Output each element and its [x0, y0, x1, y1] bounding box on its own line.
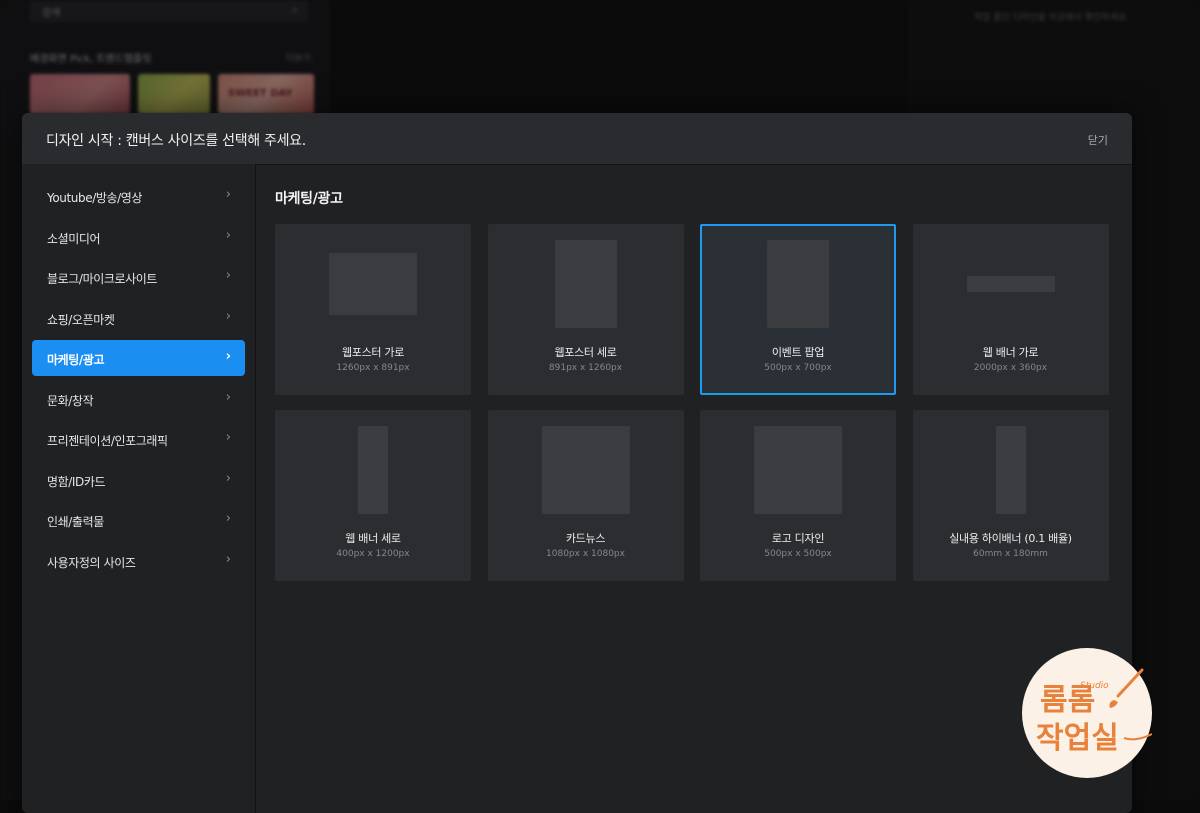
background-template-thumb	[30, 74, 130, 114]
canvas-preview-shape	[358, 426, 388, 514]
canvas-preview-shape	[329, 253, 417, 315]
close-button[interactable]: 닫기	[1088, 132, 1108, 148]
sidebar-item-label: 명함/ID카드	[47, 474, 106, 489]
background-right-text: 작업 중인 디자인을 이곳에서 확인하세요	[973, 13, 1127, 23]
background-template-thumb: SWEET DAY	[218, 74, 314, 114]
sidebar-item-label: Youtube/방송/영상	[47, 191, 143, 205]
brush-icon	[1116, 668, 1144, 698]
sidebar-item-label: 인쇄/출력물	[47, 515, 104, 529]
template-name: 웹포스터 세로	[554, 346, 617, 359]
brush-tip-icon	[1109, 700, 1118, 708]
template-card[interactable]: 웹포스터 가로 1260px x 891px	[275, 224, 471, 395]
studio-logo-graphic: Studio 롬롬 작업실	[1036, 668, 1152, 756]
chevron-right-icon: ›	[225, 389, 231, 405]
sidebar-item-label: 문화/창작	[47, 393, 94, 408]
template-size: 500px x 700px	[764, 363, 832, 373]
sidebar-item[interactable]: 명함/ID카드 ›	[32, 462, 245, 498]
modal-title: 디자인 시작 : 캔버스 사이즈를 선택해 주세요.	[46, 133, 306, 149]
canvas-preview-shape	[754, 426, 842, 514]
chevron-right-icon: ›	[225, 470, 231, 486]
search-icon: ⌕	[291, 3, 298, 16]
canvas-preview-shape	[554, 240, 617, 328]
background-thumb-text: SWEET DAY	[228, 88, 293, 99]
chevron-right-icon: ›	[225, 511, 231, 526]
template-card[interactable]: 웹포스터 세로 891px x 1260px	[487, 224, 684, 395]
template-size: 400px x 1200px	[336, 549, 410, 559]
sidebar-item[interactable]: 문화/창작 ›	[32, 381, 245, 417]
background-section-more: 더보기	[286, 54, 311, 64]
canvas-preview-shape	[767, 240, 829, 328]
logo-line1: 롬롬	[1040, 683, 1095, 718]
canvas-preview-shape	[541, 426, 630, 514]
chevron-right-icon: ›	[225, 551, 231, 567]
template-size: 1260px x 891px	[336, 363, 410, 373]
sidebar-item-label: 사용자정의 사이즈	[47, 555, 136, 570]
template-card[interactable]: 웹 배너 세로 400px x 1200px	[275, 410, 471, 581]
template-name: 로고 디자인	[771, 532, 825, 545]
template-card[interactable]: 로고 디자인 500px x 500px	[700, 410, 896, 581]
chevron-right-icon: ›	[225, 268, 231, 283]
template-size: 891px x 1260px	[548, 363, 623, 373]
template-card[interactable]: 이벤트 팝업 500px x 700px	[700, 224, 896, 395]
sidebar-item[interactable]: Youtube/방송/영상 ›	[32, 178, 245, 214]
sidebar-item-label: 블로그/마이크로사이트	[47, 272, 158, 286]
chevron-right-icon: ›	[225, 187, 231, 202]
template-name: 웹 배너 가로	[982, 346, 1039, 359]
chevron-right-icon: ›	[225, 227, 231, 243]
background-section-title: 배경화면 Pick, 트렌드템플릿	[30, 54, 152, 65]
template-card[interactable]: 웹 배너 가로 2000px x 360px	[912, 224, 1109, 395]
template-size: 1080px x 1080px	[546, 549, 625, 559]
template-name: 웹 배너 세로	[345, 532, 401, 545]
background-search-placeholder: 검색	[42, 8, 61, 19]
template-name: 이벤트 팝업	[771, 346, 825, 359]
template-name: 카드뉴스	[565, 532, 606, 545]
background-template-thumb	[138, 74, 210, 114]
logo-line2: 작업실	[1036, 721, 1119, 756]
sidebar-item[interactable]: 마케팅/광고 ›	[32, 340, 245, 376]
category-sidebar: Youtube/방송/영상 › 소셜미디어 › 블로그/마이크로사이트 › 쇼핑/오픈마켓 ›…	[22, 164, 256, 813]
sidebar-item-label: 프리젠테이션/인포그래픽	[47, 434, 168, 448]
template-card[interactable]: 카드뉴스 1080px x 1080px	[487, 410, 684, 581]
template-size: 60mm x 180mm	[973, 549, 1048, 559]
chevron-right-icon: ›	[225, 349, 231, 364]
sidebar-item-label: 쇼핑/오픈마켓	[47, 312, 115, 327]
canvas-preview-shape	[966, 276, 1055, 292]
sidebar-item[interactable]: 소셜미디어 ›	[32, 219, 245, 255]
sidebar-item[interactable]: 사용자정의 사이즈 ›	[32, 543, 245, 579]
template-size: 500px x 500px	[764, 549, 832, 559]
underline-swoosh-icon	[1123, 733, 1152, 741]
sidebar-item[interactable]: 프리젠테이션/인포그래픽 ›	[32, 421, 245, 457]
template-size: 2000px x 360px	[973, 363, 1048, 373]
modal-header: 디자인 시작 : 캔버스 사이즈를 선택해 주세요. 닫기	[22, 113, 1132, 165]
template-name: 웹포스터 가로	[341, 346, 405, 359]
canvas-size-modal: 디자인 시작 : 캔버스 사이즈를 선택해 주세요. 닫기 Youtube/방송…	[22, 113, 1132, 813]
chevron-right-icon: ›	[225, 308, 231, 324]
sidebar-item[interactable]: 인쇄/출력물 ›	[32, 502, 245, 538]
sidebar-item[interactable]: 블로그/마이크로사이트 ›	[32, 259, 245, 295]
chevron-right-icon: ›	[225, 430, 231, 445]
sidebar-item-label: 소셜미디어	[47, 231, 101, 246]
template-card[interactable]: 실내용 하이배너 (0.1 배율) 60mm x 180mm	[912, 410, 1109, 581]
template-name: 실내용 하이배너 (0.1 배율)	[949, 532, 1072, 545]
category-title: 마케팅/광고	[275, 191, 343, 207]
template-content: 마케팅/광고 웹포스터 가로 1260px x 891px 웹포스터 세로 891px…	[256, 164, 1132, 813]
canvas-preview-shape	[995, 426, 1026, 514]
studio-logo: Studio 롬롬 작업실	[1022, 648, 1152, 778]
sidebar-item-label: 마케팅/광고	[47, 353, 105, 367]
sidebar-item[interactable]: 쇼핑/오픈마켓 ›	[32, 300, 245, 336]
background-search-input: 검색 ⌕	[30, 0, 308, 22]
